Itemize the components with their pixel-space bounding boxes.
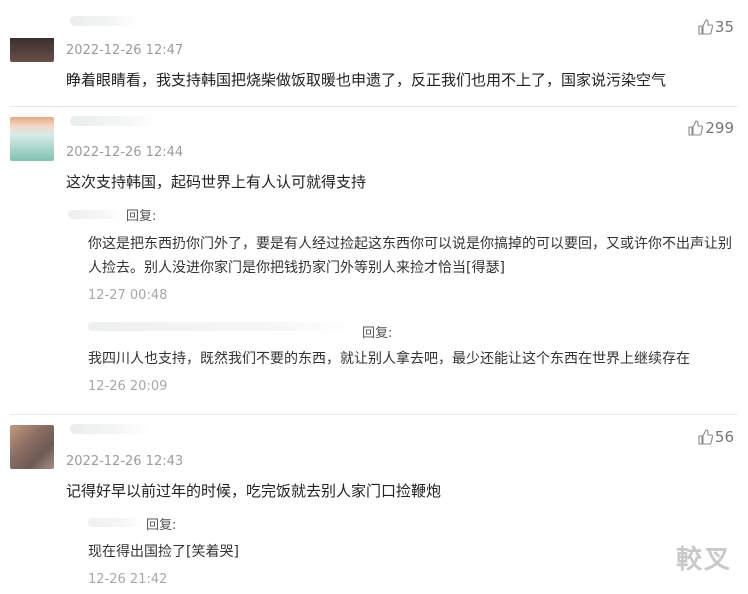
like-count: 35 [714,18,734,36]
like-button[interactable]: 56 [697,428,734,446]
like-count: 56 [714,428,734,446]
comment-time: 2022-12-26 12:43 [66,454,184,469]
comment-content: 这次支持韩国，起码世界上有人认可就得支持 [66,173,367,191]
avatar[interactable] [10,18,54,62]
divider [10,106,738,107]
thumbs-up-icon [688,120,704,136]
reply-content-line: 现在得出国捡了[笑着哭] [88,544,239,560]
like-button[interactable]: 299 [687,119,734,137]
watermark: 較叉 [675,545,732,575]
reply-username-blurred[interactable] [68,210,122,219]
username-blurred[interactable] [70,116,160,126]
username-blurred[interactable] [70,16,140,26]
comment-content: 记得好早以前过年的时候，吃完饭就去别人家门口捡鞭炮 [66,482,442,500]
comment-time: 2022-12-26 12:44 [66,145,184,160]
avatar[interactable] [10,117,54,161]
comment-time: 2022-12-26 12:47 [66,43,184,58]
like-count: 299 [705,119,734,137]
reply-content-line: 你这是把东西扔你门外了，要是有人经过捡起这东西你可以说是你搞掉的可以要回，又或许… [88,236,732,252]
reply-content: 现在得出国捡了[笑着哭] [88,540,239,564]
reply-content: 你这是把东西扔你门外了，要是有人经过捡起这东西你可以说是你搞掉的可以要回，又或许… [88,232,738,280]
username-blurred[interactable] [70,424,150,434]
thumbs-up-icon [698,19,713,35]
like-button[interactable]: 35 [697,18,734,36]
reply-label: 回复: [126,209,157,224]
comment-content: 睁着眼睛看，我支持韩国把烧柴做饭取暖也申遗了，反正我们也用不上了，国家说污染空气 [66,71,667,89]
reply-content-line: 我四川人也支持，既然我们不要的东西，就让别人拿去吧，最少还能让这个东西在世界上继… [88,351,690,367]
reply-label: 回复: [146,518,177,533]
thumbs-up-icon [698,429,713,445]
reply-time: 12-27 00:48 [88,288,168,303]
reply-username-blurred[interactable] [88,518,142,527]
reply-username-blurred[interactable] [88,322,358,331]
reply-time: 12-26 21:42 [88,572,168,587]
divider [10,414,738,415]
reply-label: 回复: [362,326,393,341]
reply-content: 我四川人也支持，既然我们不要的东西，就让别人拿去吧，最少还能让这个东西在世界上继… [88,347,690,371]
avatar[interactable] [10,425,54,469]
reply-time: 12-26 20:09 [88,379,168,394]
reply-content-line: 人捡去。别人没进你家门是你把钱扔家门外等别人来捡才恰当[得瑟] [88,260,505,276]
